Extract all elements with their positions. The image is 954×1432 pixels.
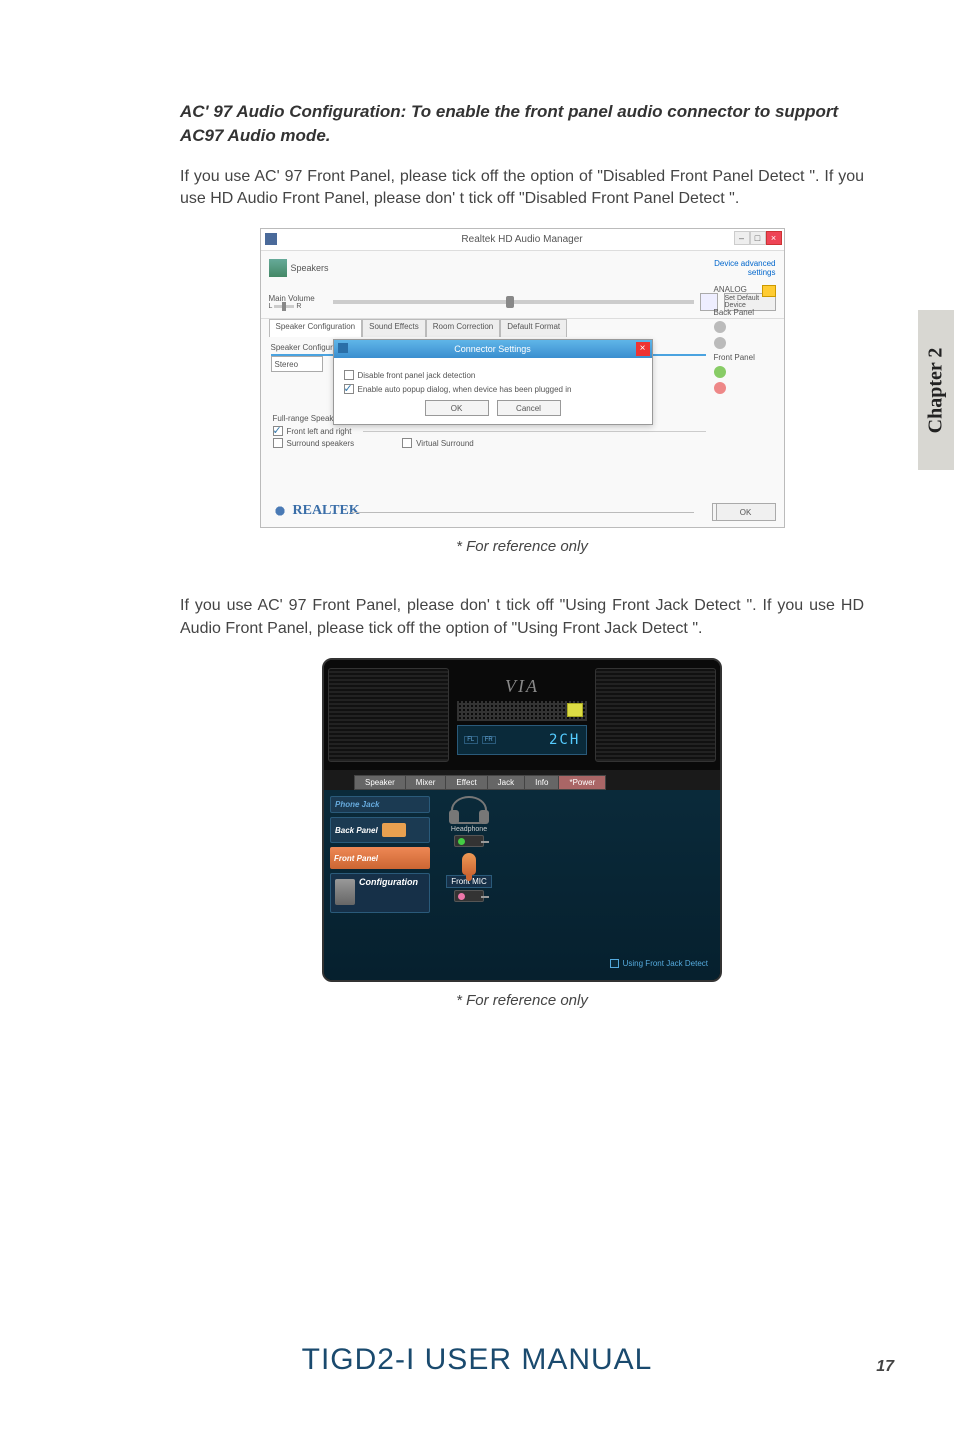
using-front-jack-label: Using Front Jack Detect (623, 959, 708, 968)
volume-slider[interactable] (333, 300, 694, 304)
footer-title: TIGD2-I USER MANUAL (0, 1343, 954, 1377)
window-title: Realtek HD Audio Manager (461, 234, 582, 245)
dialog-cancel-button[interactable]: Cancel (497, 400, 561, 416)
via-tab-speaker[interactable]: Speaker (354, 775, 406, 790)
via-left-grille (328, 668, 449, 762)
headphone-jack[interactable] (454, 835, 484, 847)
back-panel-label: Back Panel (714, 308, 776, 317)
dialog-ok-button[interactable]: OK (425, 400, 489, 416)
stereo-dropdown[interactable]: Stereo (271, 356, 323, 372)
via-channels: 2CH (549, 732, 580, 748)
via-tab-mixer[interactable]: Mixer (405, 775, 447, 790)
paragraph-1: If you use AC' 97 Front Panel, please ti… (180, 166, 864, 211)
front-lr-checkbox[interactable] (273, 426, 283, 436)
jack-gray[interactable] (714, 321, 726, 333)
using-front-jack-checkbox[interactable] (610, 959, 619, 968)
front-panel-button[interactable]: Front Panel (330, 847, 430, 869)
configuration-button[interactable]: Configuration (330, 873, 430, 913)
mic-icon (462, 853, 476, 875)
back-panel-label: Back Panel (335, 826, 378, 835)
minimize-button[interactable]: – (734, 231, 750, 245)
caption-1: * For reference only (180, 538, 864, 555)
via-fr: FR (482, 736, 496, 744)
headphone-label: Headphone (451, 826, 487, 833)
realtek-logo-icon (271, 504, 289, 518)
tab-sound-effects[interactable]: Sound Effects (362, 319, 426, 337)
paragraph-2: If you use AC' 97 Front Panel, please do… (180, 595, 864, 640)
surround-checkbox[interactable] (273, 438, 283, 448)
via-front-panel-label: Front Panel (334, 854, 378, 863)
headphone-icon (451, 796, 487, 824)
realtek-screenshot: Realtek HD Audio Manager – □ × Speakers … (260, 228, 785, 528)
balance-left: L (269, 303, 273, 310)
back-panel-button[interactable]: Back Panel (330, 817, 430, 843)
balance-right: R (296, 303, 301, 310)
mic-jack[interactable] (454, 890, 484, 902)
via-toggle-icon[interactable] (567, 703, 583, 717)
caption-2: * For reference only (180, 992, 864, 1009)
tab-default-format[interactable]: Default Format (500, 319, 567, 337)
via-tab-jack[interactable]: Jack (487, 775, 525, 790)
configuration-label: Configuration (359, 877, 418, 887)
realtek-brand-text: REALTEK (293, 503, 360, 519)
disable-front-panel-label: Disable front panel jack detection (358, 371, 476, 380)
front-lr-label: Front left and right (287, 427, 352, 436)
virtual-surround-checkbox[interactable] (402, 438, 412, 448)
enable-auto-popup-checkbox[interactable] (344, 384, 354, 394)
speaker-mini-icon (338, 343, 348, 353)
via-lcd: FL FR 2CH (457, 725, 588, 755)
via-screenshot: VIA FL FR 2CH Speaker Mixer Effect Jack … (322, 658, 722, 982)
via-logo: VIA (505, 676, 539, 697)
tab-room-correction[interactable]: Room Correction (426, 319, 500, 337)
main-volume-label: Main Volume (269, 294, 327, 303)
enable-auto-popup-label: Enable auto popup dialog, when device ha… (358, 385, 572, 394)
device-advanced-link[interactable]: Device advanced settings (706, 259, 776, 277)
connector-settings-dialog: Connector Settings × Disable front panel… (333, 339, 653, 425)
page-number: 17 (876, 1358, 894, 1376)
tab-speaker-configuration[interactable]: Speaker Configuration (269, 319, 363, 337)
maximize-button[interactable]: □ (750, 231, 766, 245)
speakers-tab[interactable]: Speakers (291, 263, 329, 273)
window-titlebar: Realtek HD Audio Manager – □ × (261, 229, 784, 251)
virtual-surround-label: Virtual Surround (416, 439, 474, 448)
close-button[interactable]: × (766, 231, 782, 245)
realtek-brand: REALTEK (271, 503, 360, 519)
speakers-icon (269, 259, 287, 277)
back-panel-io-icon (382, 823, 406, 837)
phone-jack-label: Phone Jack (335, 800, 379, 809)
speaker-icon (265, 233, 277, 245)
via-right-grille (595, 668, 716, 762)
phone-jack-panel: Phone Jack (330, 796, 430, 813)
via-tab-power[interactable]: *Power (558, 775, 606, 790)
section-heading: AC' 97 Audio Configuration: To enable th… (180, 100, 864, 148)
via-equalizer (457, 701, 588, 721)
dialog-close-button[interactable]: × (636, 342, 650, 356)
tower-icon (335, 879, 355, 905)
folder-icon[interactable] (762, 285, 776, 297)
via-fl: FL (464, 736, 478, 744)
main-ok-button[interactable]: OK (716, 503, 776, 521)
connector-settings-title: Connector Settings (454, 344, 531, 354)
via-tab-effect[interactable]: Effect (445, 775, 487, 790)
front-mic-device[interactable]: Front MIC (436, 853, 502, 902)
surround-label: Surround speakers (287, 439, 355, 448)
headphone-device[interactable]: Headphone (436, 796, 502, 847)
via-tab-info[interactable]: Info (524, 775, 559, 790)
disable-front-panel-checkbox[interactable] (344, 370, 354, 380)
